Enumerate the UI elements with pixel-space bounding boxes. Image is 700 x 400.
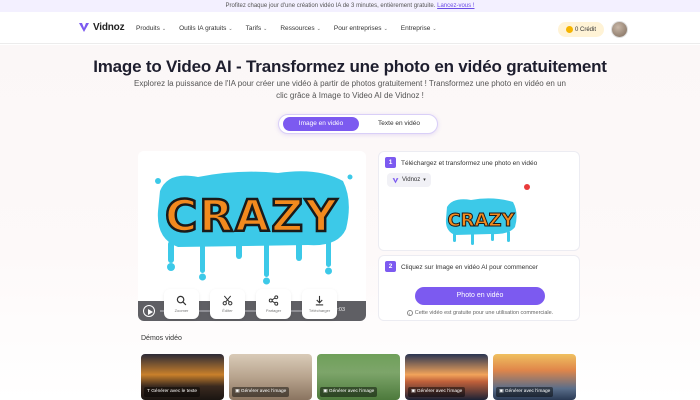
demo-thumbnail[interactable]: T Générer avec le texte [141, 354, 224, 400]
source-dropdown-label: Vidnoz [402, 177, 421, 183]
source-dropdown[interactable]: Vidnoz ▾ [387, 173, 431, 187]
edit-button[interactable]: Éditer [210, 289, 245, 319]
demos-title: Démos vidéo [141, 335, 182, 342]
main-content: Image to Video AI - Transformez une phot… [0, 45, 700, 400]
demo-thumbnail[interactable]: ▣ Générer avec l'image [493, 354, 576, 400]
demo-label: ▣ Générer avec l'image [496, 387, 554, 397]
menu-item-produits[interactable]: Produits ⌄ [136, 25, 166, 32]
demo-label: ▣ Générer avec l'image [232, 387, 290, 397]
download-button[interactable]: Télécharger [302, 289, 337, 319]
chevron-down-icon: ⌄ [383, 26, 388, 32]
tab-texte-en-video[interactable]: Texte en vidéo [363, 117, 435, 131]
share-icon [268, 295, 279, 306]
top-nav: Vidnoz Produits ⌄ Outils IA gratuits ⌄ Tar… [0, 14, 700, 44]
credit-badge[interactable]: 0 Crédit [558, 22, 604, 37]
tool-bar: Zoomer Éditer Partager Télécharger [164, 289, 337, 319]
demo-label: T Générer avec le texte [144, 387, 201, 397]
vidnoz-logo[interactable]: Vidnoz [78, 21, 125, 33]
info-icon: i [406, 310, 413, 316]
share-button[interactable]: Partager [256, 289, 291, 319]
menu-item-entreprise[interactable]: Entreprise ⌄ [401, 25, 437, 32]
main-menu: Produits ⌄ Outils IA gratuits ⌄ Tarifs ⌄ Re… [136, 25, 437, 32]
zoom-label: Zoomer [174, 308, 189, 313]
demo-label: ▣ Générer avec l'image [320, 387, 378, 397]
menu-item-pour-entreprises[interactable]: Pour entreprises ⌄ [334, 25, 388, 32]
share-label: Partager [265, 308, 282, 313]
step1-number: 1 [385, 157, 396, 168]
demo-thumbnail[interactable]: ▣ Générer avec l'image [229, 354, 312, 400]
demo-label: ▣ Générer avec l'image [408, 387, 466, 397]
search-icon [176, 295, 187, 306]
caret-down-icon: ▾ [423, 177, 426, 183]
mode-toggle: Image en vidéo Texte en vidéo [278, 114, 438, 134]
scissors-icon [222, 295, 233, 306]
vidnoz-logo-icon [79, 23, 89, 32]
chevron-down-icon: ⌄ [161, 26, 167, 32]
menu-item-outils[interactable]: Outils IA gratuits ⌄ [179, 25, 233, 32]
play-icon[interactable] [143, 305, 155, 317]
demo-gallery: T Générer avec le texte ▣ Générer avec l… [141, 354, 576, 400]
graffiti-text: CRAZY [165, 191, 339, 242]
menu-item-ressources[interactable]: Ressources ⌄ [280, 25, 321, 32]
coin-icon [565, 26, 573, 33]
graffiti-preview: CRAZY [138, 151, 366, 301]
edit-label: Éditer [222, 308, 233, 313]
zoom-button[interactable]: Zoomer [164, 289, 199, 319]
uploaded-photo-thumbnail[interactable]: CRAZY [441, 189, 521, 247]
promo-text: Profitez chaque jour d'une création vidé… [225, 3, 436, 9]
demo-thumbnail[interactable]: ▣ Générer avec l'image [405, 354, 488, 400]
chevron-down-icon: ⌄ [263, 26, 268, 32]
commercial-note-text: Cette vidéo est gratuite pour une utilis… [414, 310, 554, 316]
promo-link[interactable]: Lancez-vous ! [437, 3, 474, 9]
logo-text: Vidnoz [93, 21, 125, 33]
remove-photo-icon[interactable] [524, 184, 530, 190]
chevron-down-icon: ⌄ [432, 26, 437, 32]
promo-bar: Profitez chaque jour d'une création vidé… [0, 0, 700, 12]
tab-image-en-video[interactable]: Image en vidéo [283, 117, 359, 131]
step2-title: Cliquez sur Image en vidéo AI pour comme… [401, 264, 538, 271]
step1-card: 1 Téléchargez et transformez une photo e… [378, 151, 580, 251]
credit-text: 0 Crédit [574, 26, 596, 33]
download-label: Télécharger [308, 308, 331, 313]
page-title: Image to Video AI - Transformez une phot… [93, 57, 607, 76]
download-icon [315, 295, 324, 306]
photo-en-video-button[interactable]: Photo en vidéo [415, 287, 545, 305]
step1-title: Téléchargez et transformez une photo en … [401, 160, 538, 167]
chevron-down-icon: ⌄ [316, 26, 321, 32]
menu-item-tarifs[interactable]: Tarifs ⌄ [246, 25, 268, 32]
step2-number: 2 [385, 261, 396, 272]
chevron-down-icon: ⌄ [228, 26, 233, 32]
vidnoz-logo-icon [392, 177, 399, 183]
avatar[interactable] [611, 21, 628, 38]
commercial-note: i Cette vidéo est gratuite pour une utili… [379, 310, 581, 316]
demo-thumbnail[interactable]: ▣ Générer avec l'image [317, 354, 400, 400]
thumbnail-graffiti-text: CRAZY [447, 210, 515, 231]
page-subtitle: Explorez la puissance de l'IA pour créer… [133, 79, 566, 100]
step2-card: 2 Cliquez sur Image en vidéo AI pour com… [378, 255, 580, 321]
